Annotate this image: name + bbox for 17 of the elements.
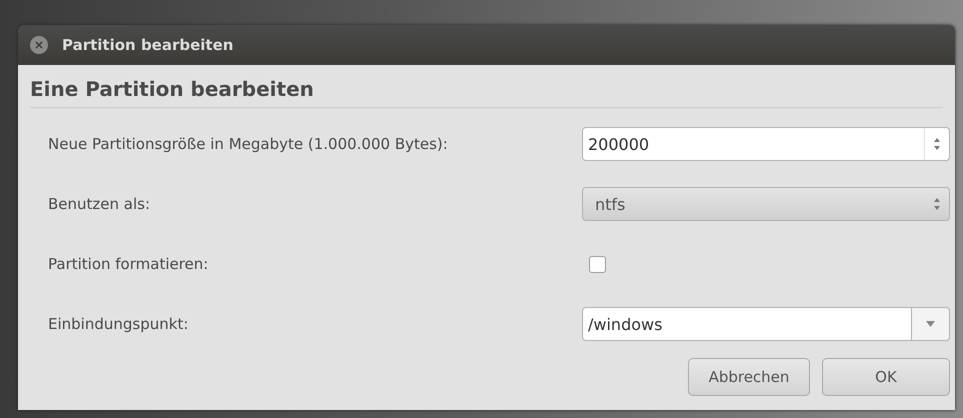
spinner-arrows-icon <box>933 137 941 151</box>
field-label: Neue Partitionsgröße in Megabyte (1.000.000 Bytes): <box>47 135 449 153</box>
number-field[interactable]: 200000 <box>582 127 950 161</box>
combo-field[interactable]: /windows <box>582 307 950 341</box>
dropdown-arrow-icon <box>926 321 935 327</box>
spinner-arrows-icon <box>933 197 941 211</box>
cancel-button[interactable]: Abbrechen <box>688 358 810 396</box>
close-icon <box>35 41 43 49</box>
close-button[interactable] <box>30 36 48 54</box>
field-label: Partition formatieren: <box>47 255 210 273</box>
field-label: Benutzen als: <box>47 195 152 213</box>
dialog-heading: Eine Partition bearbeiten <box>30 77 943 108</box>
checkbox[interactable] <box>589 256 606 272</box>
dropdown[interactable]: ntfs <box>582 187 950 221</box>
ok-button[interactable]: OK <box>822 358 950 396</box>
window-title: Partition bearbeiten <box>62 36 234 54</box>
field-label: Einbindungspunkt: <box>47 315 190 333</box>
